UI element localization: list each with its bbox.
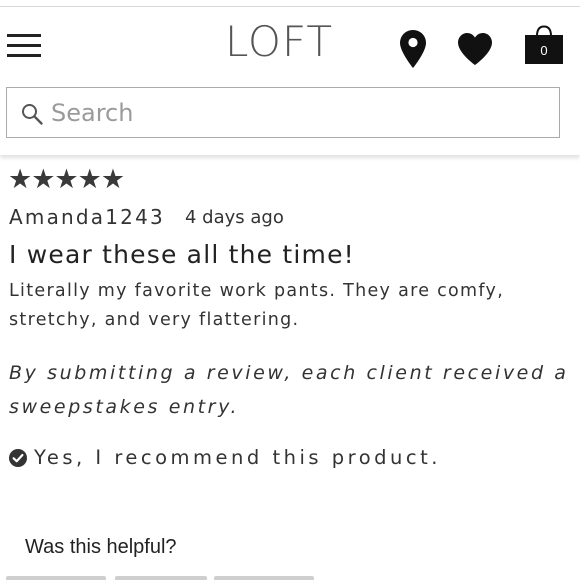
bag-count: 0 [540, 43, 548, 58]
review-date: 4 days ago [185, 207, 284, 228]
recommend-text: Yes, I recommend this product. [34, 446, 441, 469]
hamburger-menu-icon[interactable] [7, 34, 41, 60]
search-bar[interactable] [6, 87, 560, 138]
review-author: Amanda1243 [9, 205, 165, 229]
star-rating: ★★★★★ [8, 164, 125, 195]
sweepstakes-disclaimer: By submitting a review, each client rece… [9, 362, 569, 418]
helpful-yes-button[interactable] [6, 576, 106, 580]
brand-logo[interactable]: LOFT [225, 21, 333, 63]
shopping-bag-icon[interactable]: 0 [523, 25, 565, 65]
helpful-no-button[interactable] [115, 576, 207, 580]
review-body: Literally my favorite work pants. They a… [9, 281, 505, 330]
map-pin-icon[interactable] [399, 29, 427, 69]
search-input[interactable] [51, 94, 531, 132]
search-icon [22, 104, 43, 125]
review-title: I wear these all the time! [9, 240, 355, 269]
heart-icon[interactable] [457, 32, 493, 66]
check-circle-icon [9, 449, 27, 467]
site-header: LOFT 0 [0, 7, 580, 155]
report-button[interactable] [214, 576, 314, 580]
helpful-prompt: Was this helpful? [25, 536, 177, 558]
